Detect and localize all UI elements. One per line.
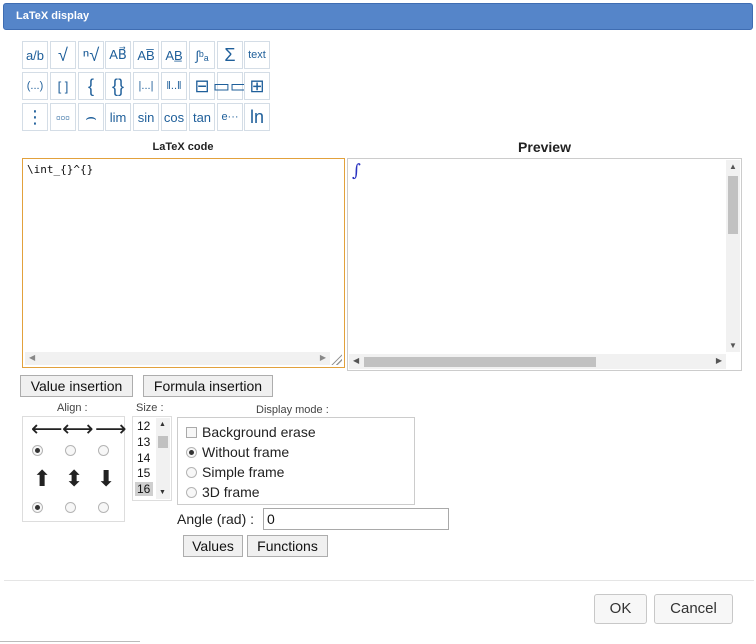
value-insertion-button[interactable]: Value insertion xyxy=(20,375,133,397)
tan-icon[interactable]: tan xyxy=(189,103,215,131)
latex-symbol-palette: a/b √ ⁿ√ AB⃗ AB̅ AB̲ ∫ᵇₐ Σtext (...)[ ]{{} |...| ‖… xyxy=(22,41,270,133)
size-option[interactable]: 15 xyxy=(137,466,150,480)
size-option[interactable]: 13 xyxy=(137,435,150,449)
scroll-right-icon[interactable]: ▶ xyxy=(320,353,326,362)
scroll-up-icon[interactable]: ▲ xyxy=(729,162,737,171)
scroll-down-icon[interactable]: ▼ xyxy=(729,341,737,350)
vector-icon[interactable]: AB⃗ xyxy=(105,41,131,69)
arrow-left-icon: ⟵ xyxy=(31,416,63,441)
code-horizontal-scrollbar[interactable]: ◀ ▶ xyxy=(25,352,330,365)
preview-formula: ∫ xyxy=(352,161,361,181)
arrow-up-down-icon: ⬍ xyxy=(65,466,84,491)
scroll-left-icon[interactable]: ◀ xyxy=(29,353,35,362)
limit-icon[interactable]: lim xyxy=(105,103,131,131)
display-mode-group: Background erase Without frame Simple fr… xyxy=(177,417,415,505)
align-left-radio[interactable] xyxy=(32,445,43,456)
sqrt-icon[interactable]: √ xyxy=(50,41,76,69)
scroll-down-icon[interactable]: ▼ xyxy=(159,489,166,496)
simple-frame-radio[interactable] xyxy=(186,466,197,478)
frame-3d-radio[interactable] xyxy=(186,486,197,498)
arrow-right-icon: ⟶ xyxy=(95,416,127,441)
size-option[interactable]: 14 xyxy=(137,451,150,465)
size-option[interactable]: 12 xyxy=(137,419,150,433)
arrow-left-right-icon: ⟷ xyxy=(62,416,94,441)
left-brace-icon[interactable]: { xyxy=(78,72,104,100)
formula-insertion-button[interactable]: Formula insertion xyxy=(143,375,273,397)
without-frame-option[interactable]: Without frame xyxy=(186,444,289,460)
overbrace-icon[interactable]: ⌢ xyxy=(78,103,104,131)
latex-code-label: LaTeX code xyxy=(152,141,214,153)
scroll-thumb[interactable] xyxy=(158,436,168,448)
background-erase-label: Background erase xyxy=(202,424,316,440)
preview-label: Preview xyxy=(518,139,571,155)
align-label: Align : xyxy=(57,402,88,414)
background-erase-checkbox[interactable] xyxy=(186,426,197,438)
align-selector: ⟵ ⟷ ⟶ ⬆ ⬍ ⬇ xyxy=(22,416,127,522)
scroll-thumb[interactable] xyxy=(728,176,738,234)
scroll-right-icon[interactable]: ▶ xyxy=(716,356,722,365)
preview-pane: ∫ ▲ ▼ ◀ ▶ xyxy=(347,158,742,371)
scroll-up-icon[interactable]: ▲ xyxy=(159,421,166,428)
size-option-selected[interactable]: 16 xyxy=(135,482,153,496)
sum-icon[interactable]: Σ xyxy=(217,41,243,69)
vertical-matrix-icon[interactable]: ⋮ xyxy=(22,103,48,131)
text-icon[interactable]: text xyxy=(244,41,270,69)
simple-frame-option[interactable]: Simple frame xyxy=(186,464,284,480)
align-top-radio[interactable] xyxy=(32,502,43,513)
simple-frame-label: Simple frame xyxy=(202,464,285,480)
latex-code-text[interactable]: \int_{}^{} xyxy=(27,163,93,176)
cancel-button[interactable]: Cancel xyxy=(654,594,733,624)
dialog-title-bar[interactable]: LaTeX display xyxy=(3,3,753,30)
overline-icon[interactable]: AB̅ xyxy=(133,41,159,69)
scroll-left-icon[interactable]: ◀ xyxy=(353,356,359,365)
exp-icon[interactable]: e··· xyxy=(217,103,243,131)
values-button[interactable]: Values xyxy=(183,535,243,557)
abs-icon[interactable]: |...| xyxy=(133,72,159,100)
align-middle-radio[interactable] xyxy=(65,502,76,513)
resize-grip-icon[interactable] xyxy=(330,353,342,365)
functions-button[interactable]: Functions xyxy=(247,535,328,557)
dialog-title: LaTeX display xyxy=(16,10,90,22)
frame-3d-label: 3D frame xyxy=(202,484,260,500)
cos-icon[interactable]: cos xyxy=(161,103,187,131)
brackets-icon[interactable]: [ ] xyxy=(50,72,76,100)
grid-matrix-icon[interactable]: ⊞ xyxy=(244,72,270,100)
preview-vertical-scrollbar[interactable]: ▲ ▼ xyxy=(726,160,740,352)
scroll-thumb[interactable] xyxy=(364,357,596,367)
background-erase-option[interactable]: Background erase xyxy=(186,424,316,440)
footer-divider xyxy=(4,580,754,581)
frame-3d-option[interactable]: 3D frame xyxy=(186,484,260,500)
integral-bounds-icon[interactable]: ∫ᵇₐ xyxy=(189,41,215,69)
ok-button[interactable]: OK xyxy=(594,594,647,624)
without-frame-label: Without frame xyxy=(202,444,290,460)
braces-icon[interactable]: {} xyxy=(105,72,131,100)
angle-input[interactable] xyxy=(263,508,449,530)
parentheses-icon[interactable]: (...) xyxy=(22,72,48,100)
align-bottom-radio[interactable] xyxy=(98,502,109,513)
align-right-radio[interactable] xyxy=(98,445,109,456)
horizontal-matrix-icon[interactable]: ▫▫▫ xyxy=(50,103,76,131)
fraction-icon[interactable]: a/b xyxy=(22,41,48,69)
sin-icon[interactable]: sin xyxy=(133,103,159,131)
arrow-up-icon: ⬆ xyxy=(33,466,52,491)
ln-icon[interactable]: ln xyxy=(244,103,270,131)
size-listbox[interactable]: 12 13 14 15 16 ▲ ▼ xyxy=(132,416,172,501)
latex-code-editor[interactable]: \int_{}^{} ◀ ▶ xyxy=(22,158,345,368)
arrow-down-icon: ⬇ xyxy=(97,466,116,491)
column-matrix-icon[interactable]: ⊟ xyxy=(189,72,215,100)
preview-horizontal-scrollbar[interactable]: ◀ ▶ xyxy=(349,354,726,369)
row-matrix-icon[interactable]: ▭▭ xyxy=(213,72,247,100)
size-scrollbar[interactable]: ▲ ▼ xyxy=(156,418,170,499)
without-frame-radio[interactable] xyxy=(186,446,197,458)
underline-icon[interactable]: AB̲ xyxy=(161,41,187,69)
display-mode-label: Display mode : xyxy=(256,404,329,416)
nth-root-icon[interactable]: ⁿ√ xyxy=(78,41,104,69)
align-center-radio[interactable] xyxy=(65,445,76,456)
size-label: Size : xyxy=(136,402,164,414)
norm-icon[interactable]: ‖..‖ xyxy=(161,72,187,100)
angle-label: Angle (rad) : xyxy=(177,511,255,527)
